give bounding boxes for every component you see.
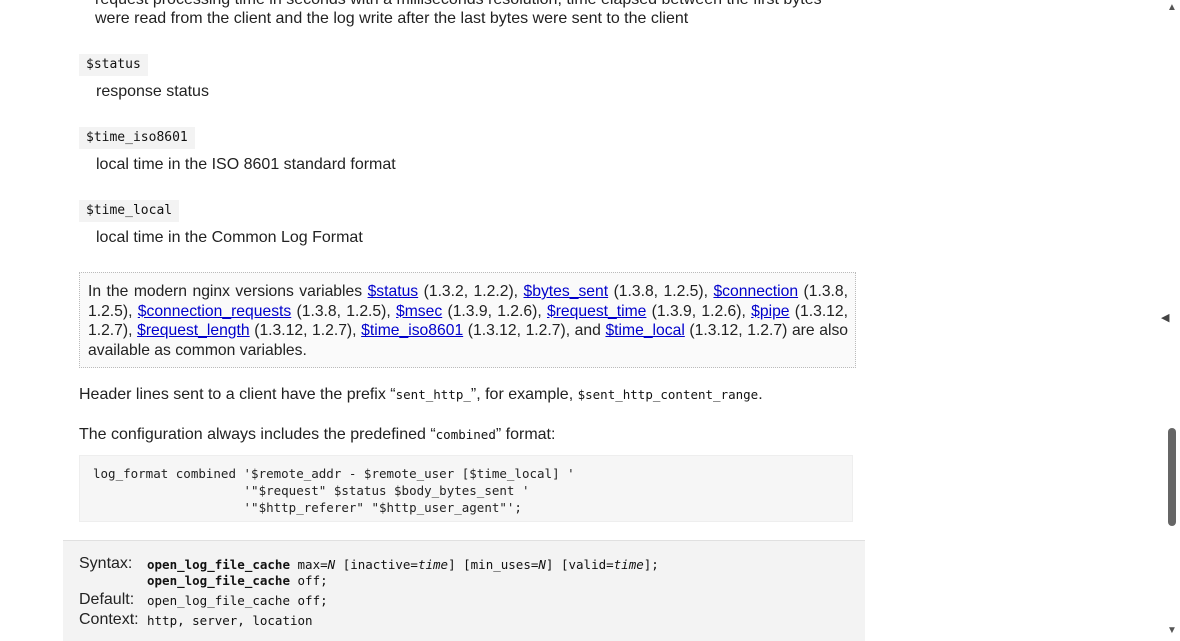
syntax-part: ] [min_uses= <box>448 557 539 572</box>
syntax-part: [inactive= <box>335 557 418 572</box>
previous-description-line: were read from the client and the log wr… <box>95 10 689 27</box>
syntax-param: time <box>417 557 449 572</box>
link-time-local[interactable]: $time_local <box>605 322 684 339</box>
link-request-time[interactable]: $request_time <box>547 303 646 320</box>
link-connection[interactable]: $connection <box>713 283 798 300</box>
scroll-down-arrow-icon[interactable]: ▼ <box>1167 626 1177 636</box>
note-text-part: (1.3.8, 1.2.5), <box>608 283 714 300</box>
default-label: Default: <box>79 591 135 608</box>
code-line: '"$http_referer" "$http_user_agent"'; <box>93 500 522 515</box>
scrollbar-thumb[interactable] <box>1168 428 1176 526</box>
link-status[interactable]: $status <box>368 283 419 300</box>
code-combined: combined <box>435 427 496 442</box>
code-sent-http-prefix: sent_http_ <box>395 387 471 402</box>
context-label: Context: <box>79 611 139 628</box>
directive-name: open_log_file_cache <box>147 557 290 572</box>
syntax-part: ] [valid= <box>545 557 614 572</box>
var-desc-time-iso8601: local time in the ISO 8601 standard form… <box>96 156 396 173</box>
log-format-example: log_format combined '$remote_addr - $rem… <box>79 455 853 522</box>
scroll-left-arrow-icon[interactable]: ◀ <box>1161 313 1169 324</box>
header-prefix-paragraph: Header lines sent to a client have the p… <box>79 386 763 404</box>
para-text: . <box>758 386 763 403</box>
previous-description-clipped: request processing time in seconds with … <box>95 0 855 9</box>
default-value: open_log_file_cache off; <box>147 593 328 608</box>
scroll-up-arrow-icon[interactable]: ▲ <box>1167 3 1177 13</box>
para-text: The configuration always includes the pr… <box>79 426 436 443</box>
note-text-part: (1.3.9, 1.2.6), <box>646 302 752 320</box>
config-paragraph: The configuration always includes the pr… <box>79 426 555 444</box>
para-text: ” format: <box>495 426 556 443</box>
link-bytes-sent[interactable]: $bytes_sent <box>524 283 609 300</box>
syntax-part: off; <box>290 573 328 588</box>
syntax-part: ]; <box>643 557 659 572</box>
code-sent-http-content-range: $sent_http_content_range <box>577 387 759 402</box>
code-line: log_format combined '$remote_addr - $rem… <box>93 466 575 481</box>
syntax-param: time <box>613 557 644 572</box>
var-name-status: $status <box>79 54 148 76</box>
vertical-scrollbar[interactable]: ▲ ◀ ▼ <box>1161 0 1180 640</box>
var-desc-status: response status <box>96 83 209 100</box>
link-pipe[interactable]: $pipe <box>751 303 789 320</box>
note-text-part: (1.3.9, 1.2.6), <box>442 302 547 320</box>
context-value: http, server, location <box>147 613 313 628</box>
note-text-part: (1.3.12, 1.2.7), <box>249 322 362 339</box>
syntax-label: Syntax: <box>79 555 133 572</box>
syntax-value-line2: open_log_file_cache off; <box>147 572 328 589</box>
link-request-length[interactable]: $request_length <box>137 322 250 339</box>
link-time-iso8601[interactable]: $time_iso8601 <box>361 322 463 339</box>
para-text: Header lines sent to a client have the p… <box>79 386 396 403</box>
note-text: In the modern nginx versions variables $… <box>88 282 848 360</box>
note-text-part: (1.3.12, 1.2.7), and <box>463 322 606 339</box>
var-name-time-iso8601: $time_iso8601 <box>79 127 195 149</box>
note-text-part: (1.3.2, 1.2.2), <box>418 283 524 300</box>
link-msec[interactable]: $msec <box>396 303 442 320</box>
directive-box: Syntax: open_log_file_cache max= N [inact… <box>63 540 865 641</box>
link-connection-requests[interactable]: $connection_requests <box>138 303 292 320</box>
note-text-part: (1.3.8, 1.2.5), <box>291 302 396 320</box>
syntax-value-line1: open_log_file_cache max=N [inactive=time… <box>147 556 659 573</box>
note-box: In the modern nginx versions variables $… <box>79 272 856 368</box>
var-desc-time-local: local time in the Common Log Format <box>96 229 363 246</box>
code-line: '"$request" $status $body_bytes_sent ' <box>93 483 530 498</box>
para-text: ”, for example, <box>470 386 578 403</box>
var-name-time-local: $time_local <box>79 200 180 222</box>
syntax-param: N <box>538 557 546 572</box>
directive-name: open_log_file_cache <box>147 573 290 588</box>
syntax-part: max= <box>290 557 328 572</box>
note-text-part: In the modern nginx versions variables <box>88 283 368 300</box>
